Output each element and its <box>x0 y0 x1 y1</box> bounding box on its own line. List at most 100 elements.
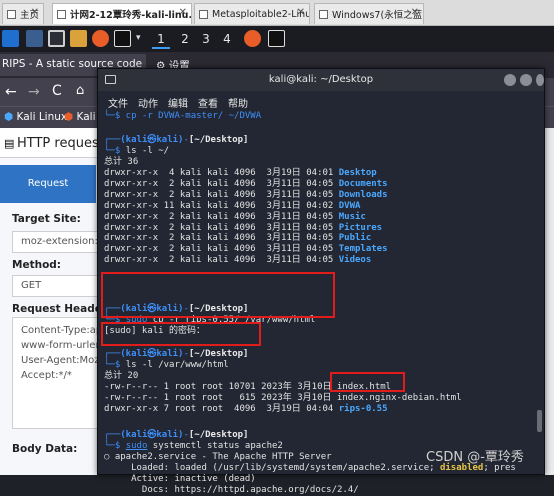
terminal-scrollbar[interactable] <box>537 410 542 432</box>
file-name: index.nginx-debian.html <box>336 392 462 403</box>
body-data-label: Body Data: <box>12 443 78 455</box>
vm-tab-kali[interactable]: 计网2-12覃玲秀-kali-linu... ✕ <box>52 3 192 24</box>
close-icon[interactable]: ✕ <box>179 7 187 18</box>
listing-row: drwxr-xr-x 2 kali kali 4096 3月11日 04:05 … <box>104 244 388 255</box>
listing-row: drwxr-xr-x 2 kali kali 4096 3月11日 04:05 … <box>104 179 388 190</box>
workspace-4[interactable]: 4 <box>218 29 236 49</box>
extension-icon: ▤ <box>4 137 15 150</box>
vm-icon <box>57 9 66 19</box>
terminal-launcher-icon[interactable] <box>48 30 65 47</box>
close-icon[interactable]: ✕ <box>411 7 419 18</box>
firefox-icon[interactable] <box>92 30 109 47</box>
output-line: └─$ cp -r DVWA-master/ ~/DVWA <box>104 111 261 122</box>
directory-name: Music <box>338 211 366 222</box>
listing-row: drwxr-xr-x 2 kali kali 4096 3月11日 04:05 … <box>104 255 371 266</box>
output-line: 总计 20 <box>104 371 139 381</box>
close-icon[interactable]: ✕ <box>31 7 39 18</box>
prompt-user: (kali㉿kali) <box>120 349 184 359</box>
show-desktop-icon[interactable] <box>26 30 43 47</box>
home-icon[interactable]: ⌂ <box>76 83 84 98</box>
file-manager-icon[interactable] <box>70 30 87 47</box>
firefox-window-icon[interactable] <box>244 30 261 47</box>
file-meta: drwxr-xr-x 2 kali kali 4096 3月11日 04:05 <box>104 222 339 233</box>
directory-name: Pictures <box>338 222 383 233</box>
kali-menu-icon[interactable] <box>2 30 19 47</box>
terminal-titlebar[interactable]: kali@kali: ~/Desktop <box>98 69 544 91</box>
header-line: www-form-urlenc <box>21 340 102 351</box>
back-icon[interactable]: ← <box>5 84 17 100</box>
directory-name: Videos <box>338 255 372 266</box>
file-meta: drwxr-xr-x 2 kali kali 4096 3月11日 04:05 <box>104 189 339 200</box>
listing-row: drwxr-xr-x 2 kali kali 4096 3月11日 04:05 … <box>104 223 382 234</box>
home-icon <box>7 9 16 19</box>
prompt-line: ┌──(kali㉿kali)-[~/Desktop] <box>104 349 249 359</box>
kali-icon: ⬢ <box>64 111 74 123</box>
request-tab-button[interactable]: Request <box>0 165 96 203</box>
bookmark-kali[interactable]: ⬢ Kali <box>64 111 96 123</box>
header-line: Accept:*/* <box>21 370 72 381</box>
command-text: ls -l ~/ <box>125 146 170 156</box>
file-meta: drwxr-xr-x 11 kali kali 4096 3月11日 04:02 <box>104 200 339 211</box>
chevron-down-icon[interactable]: ▾ <box>136 33 141 43</box>
previous-command: └─$ cp -r DVWA-master/ ~/DVWA <box>104 111 262 121</box>
menu-help[interactable]: 帮助 <box>228 95 248 110</box>
bookmark-kali-linux[interactable]: ⬢ Kali Linux <box>4 111 67 123</box>
terminal-window-icon[interactable] <box>268 30 285 47</box>
file-meta: drwxr-xr-x 2 kali kali 4096 3月11日 04:05 <box>104 255 339 266</box>
menu-file[interactable]: 文件 <box>108 95 128 110</box>
menu-action[interactable]: 动作 <box>138 95 158 110</box>
loaded-prefix: Loaded: loaded (/usr/lib/systemd/system/… <box>104 463 440 473</box>
target-site-label: Target Site: <box>12 213 81 225</box>
listing-row: drwxr-xr-x 2 kali kali 4096 3月11日 04:05 … <box>104 233 371 244</box>
reload-icon[interactable]: C <box>52 83 62 99</box>
vm-tab-metasploitable[interactable]: Metasploitable2-Linux ✕ <box>194 3 310 24</box>
bookmark-label: Kali Linux <box>16 111 68 123</box>
output-line: 总计 36 <box>104 157 139 167</box>
vm-icon <box>319 9 328 19</box>
workspace-3[interactable]: 3 <box>197 29 215 49</box>
header-line: User-Agent:Mozil <box>21 355 102 366</box>
terminal-menu-bar: 文件 动作 编辑 查看 帮助 <box>98 91 544 110</box>
minimize-button[interactable] <box>504 74 516 86</box>
method-select[interactable]: GET <box>12 275 102 297</box>
listing-row: drwxr-xr-x 11 kali kali 4096 3月11日 04:02… <box>104 201 360 212</box>
vm-icon <box>199 9 208 19</box>
workspace-1[interactable]: 1 <box>152 29 170 49</box>
listing-row: -rw-r--r-- 1 root root 615 2023年 3月10日 i… <box>104 393 462 404</box>
menu-edit[interactable]: 编辑 <box>168 95 188 110</box>
service-line: ○ apache2.service - The Apache HTTP Serv… <box>104 452 332 462</box>
vm-tab-bar: 主页 ✕ 计网2-12覃玲秀-kali-linu... ✕ Metasploit… <box>0 0 554 26</box>
prompt-user: (kali㉿kali) <box>120 430 184 440</box>
listing-row: drwxr-xr-x 2 kali kali 4096 3月11日 04:05 … <box>104 212 366 223</box>
header-line: Content-Type:app <box>21 325 102 336</box>
kali-icon: ⬢ <box>4 111 14 123</box>
directory-name: DVWA <box>338 200 361 211</box>
close-button[interactable] <box>536 74 544 86</box>
workspace-2[interactable]: 2 <box>176 29 194 49</box>
file-meta: drwxr-xr-x 4 kali kali 4096 3月19日 04:01 <box>104 168 339 178</box>
window-title: kali@kali: ~/Desktop <box>268 74 374 85</box>
menu-view[interactable]: 查看 <box>198 95 218 110</box>
directory-name: rips-0.55 <box>338 403 388 414</box>
target-site-input[interactable]: moz-extension://7 <box>12 231 102 253</box>
prompt-user: (kali㉿kali) <box>120 135 184 145</box>
file-meta: -rw-r--r-- 1 root root 10701 2023年 3月10日 <box>104 382 337 392</box>
vm-tab-label: Metasploitable2-Linux <box>212 8 310 20</box>
file-meta: drwxr-xr-x 2 kali kali 4096 3月11日 04:05 <box>104 244 339 255</box>
kali-top-panel: ▾ 1 2 3 4 <box>0 26 554 52</box>
command-text: ls -l /var/www/html <box>125 360 229 370</box>
page-title: HTTP request <box>17 136 104 151</box>
listing-row: drwxr-xr-x 7 root root 4096 3月19日 04:04 … <box>104 404 388 415</box>
listing-row: drwxr-xr-x 4 kali kali 4096 3月19日 04:01 … <box>104 168 377 179</box>
command-line: └─$ ls -l ~/ <box>104 146 170 156</box>
highlight-box-ls <box>101 322 261 346</box>
request-headers-textarea[interactable]: Content-Type:app www-form-urlenc User-Ag… <box>12 317 102 429</box>
directory-name: Templates <box>338 244 388 255</box>
maximize-button[interactable] <box>520 74 532 86</box>
vm-tab-home[interactable]: 主页 ✕ <box>2 3 44 24</box>
file-meta: drwxr-xr-x 2 kali kali 4096 3月11日 04:05 <box>104 178 339 189</box>
forward-icon[interactable]: → <box>28 84 40 100</box>
vm-tab-windows7[interactable]: Windows7(永恒之蓝) ✕ <box>314 3 424 24</box>
close-icon[interactable]: ✕ <box>297 7 305 18</box>
terminal-icon[interactable] <box>114 30 131 47</box>
